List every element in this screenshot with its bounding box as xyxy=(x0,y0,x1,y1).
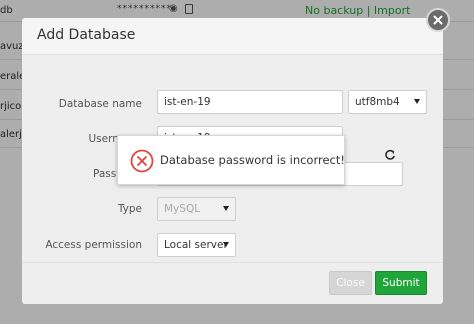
error-toast: Database password is incorrect! xyxy=(117,135,345,185)
toast-message: Database password is incorrect! xyxy=(160,153,345,167)
close-button[interactable]: Close xyxy=(329,271,372,295)
charset-select[interactable]: utf8mb4 xyxy=(348,90,427,114)
chevron-down-icon xyxy=(414,99,420,104)
database-name-label: Database name xyxy=(58,98,142,110)
access-permission-value: Local server xyxy=(164,239,228,251)
access-permission-label: Access permission xyxy=(45,239,142,251)
close-icon xyxy=(433,15,443,25)
submit-button[interactable]: Submit xyxy=(375,271,427,295)
refresh-icon[interactable] xyxy=(384,149,396,161)
dialog-header: Add Database xyxy=(22,18,443,55)
dialog-footer: Close Submit xyxy=(22,262,443,304)
access-permission-select[interactable]: Local server xyxy=(157,233,236,257)
chevron-down-icon xyxy=(223,206,229,211)
error-circle-icon xyxy=(130,149,154,173)
type-label: Type xyxy=(117,203,142,215)
dialog-close-button[interactable] xyxy=(426,8,450,32)
chevron-down-icon xyxy=(223,242,229,247)
charset-value: utf8mb4 xyxy=(355,96,400,108)
dialog-title: Add Database xyxy=(37,27,136,43)
database-name-input[interactable]: ist-en-19 xyxy=(157,90,343,114)
type-select[interactable]: MySQL xyxy=(157,197,236,221)
type-value: MySQL xyxy=(164,203,201,215)
